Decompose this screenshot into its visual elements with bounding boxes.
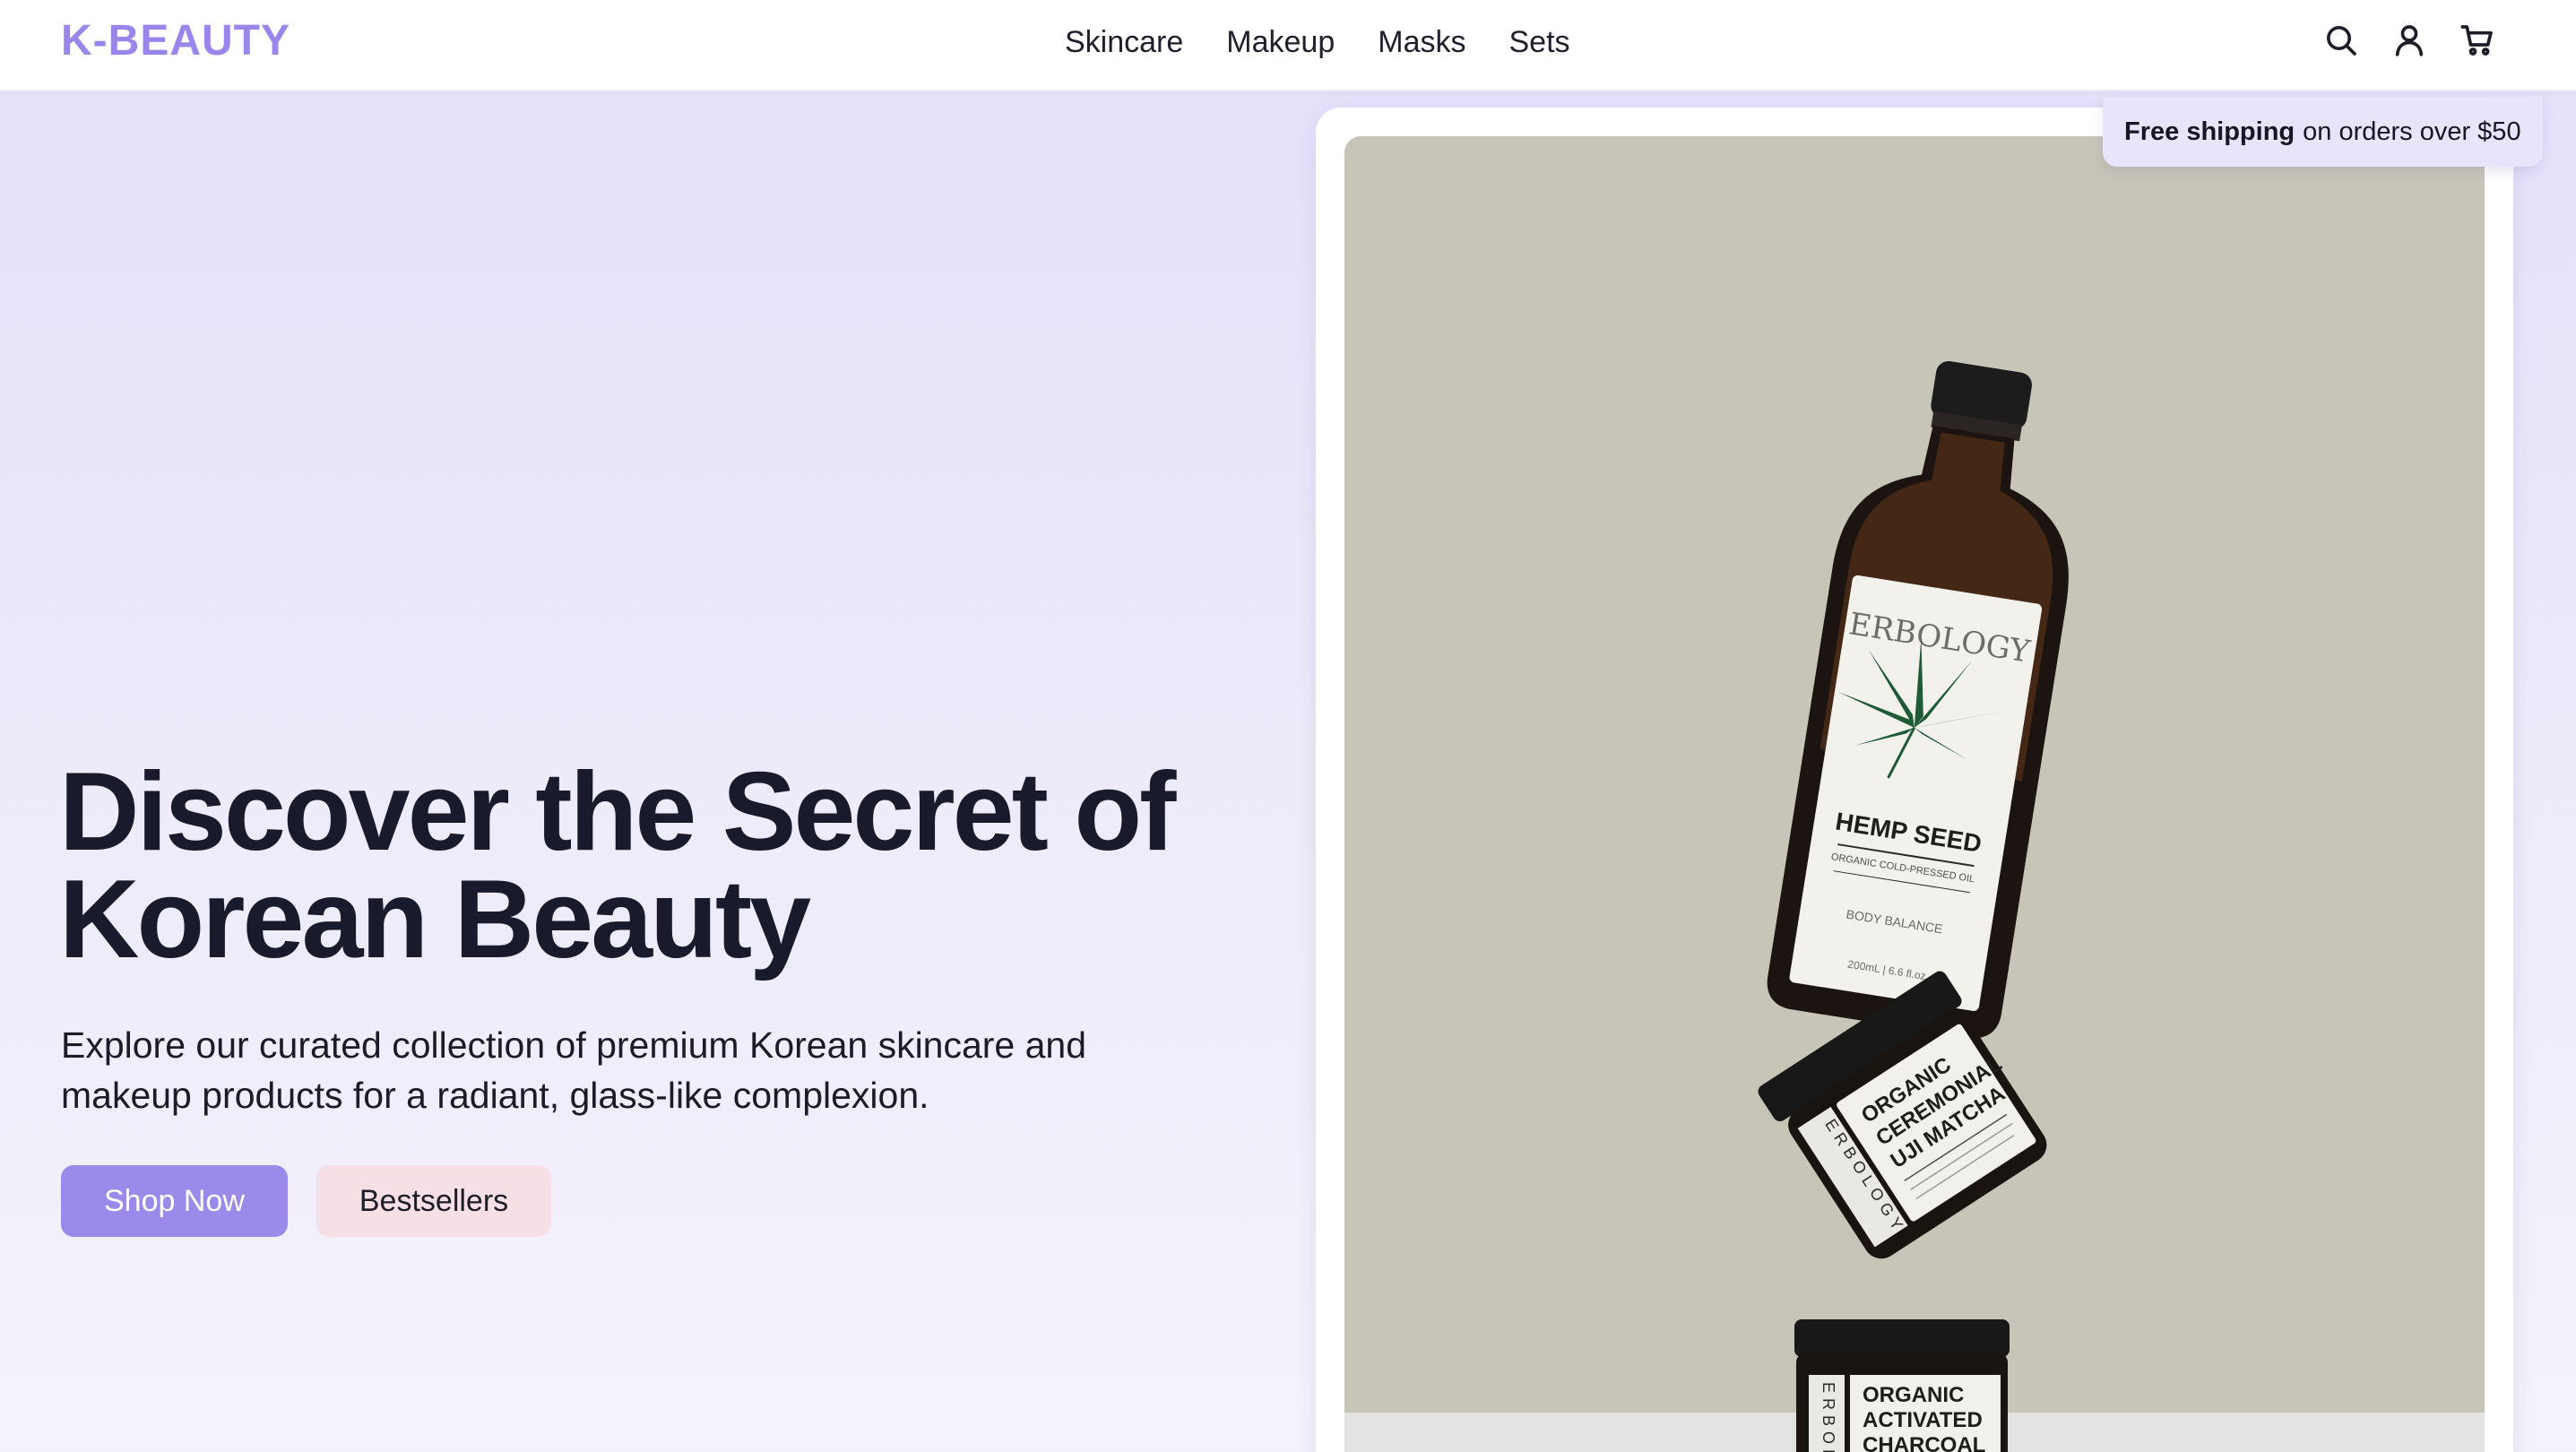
hero-title-line-2: Korean Beauty — [59, 858, 811, 981]
product-photo: ERBOLOGY HEMP SEED ORGANIC COLD-PRESSED … — [1344, 136, 2485, 1452]
hero-image-card: ERBOLOGY HEMP SEED ORGANIC COLD-PRESSED … — [1316, 108, 2513, 1452]
shop-now-button[interactable]: Shop Now — [61, 1165, 288, 1237]
matcha-jar: ORGANIC CEREMONIAL UJI MATCHA ERBOLOGY — [1758, 971, 2047, 1259]
free-shipping-badge: Free shipping on orders over $50 — [2103, 97, 2543, 167]
hero-title-line-1: Discover the Secret of — [59, 750, 1176, 874]
jar2-line3-text: CHARCOAL — [1863, 1433, 1985, 1452]
cart-icon[interactable] — [2459, 20, 2495, 61]
hero-buttons: Shop Now Bestsellers — [61, 1165, 552, 1237]
jar2-line2-text: ACTIVATED — [1863, 1408, 1983, 1432]
site-header: K-BEAUTY Skincare Makeup Masks Sets — [0, 0, 2576, 91]
nav-link-masks[interactable]: Masks — [1378, 23, 1465, 61]
main-nav: Skincare Makeup Masks Sets — [1065, 23, 1570, 61]
nav-link-makeup[interactable]: Makeup — [1226, 23, 1335, 61]
nav-link-sets[interactable]: Sets — [1508, 23, 1569, 61]
charcoal-jar: ORGANIC ACTIVATED CHARCOAL ERBOLOGY — [1794, 1319, 2010, 1452]
shipping-badge-text: on orders over $50 — [2303, 117, 2521, 146]
jar2-line1-text: ORGANIC — [1863, 1383, 1964, 1407]
product-stack-illustration: ERBOLOGY HEMP SEED ORGANIC COLD-PRESSED … — [1758, 360, 2069, 1452]
jar2-side-text: ERBOLOGY — [1820, 1382, 1837, 1452]
header-actions — [2323, 20, 2495, 61]
search-icon[interactable] — [2323, 20, 2359, 61]
brand-logo[interactable]: K-BEAUTY — [61, 16, 290, 65]
nav-link-skincare[interactable]: Skincare — [1065, 23, 1183, 61]
hemp-seed-bottle: ERBOLOGY HEMP SEED ORGANIC COLD-PRESSED … — [1767, 360, 2069, 1039]
bestsellers-button[interactable]: Bestsellers — [316, 1165, 552, 1237]
hero-title: Discover the Secret of Korean Beauty — [59, 756, 1296, 975]
hero-subtitle-line-1: Explore our curated collection of premiu… — [61, 1024, 1087, 1066]
shipping-badge-bold: Free shipping — [2124, 117, 2295, 146]
hero-subtitle-line-2: makeup products for a radiant, glass-lik… — [61, 1075, 929, 1116]
hero-subtitle: Explore our curated collection of premiu… — [61, 1020, 1226, 1120]
user-icon[interactable] — [2391, 20, 2427, 61]
